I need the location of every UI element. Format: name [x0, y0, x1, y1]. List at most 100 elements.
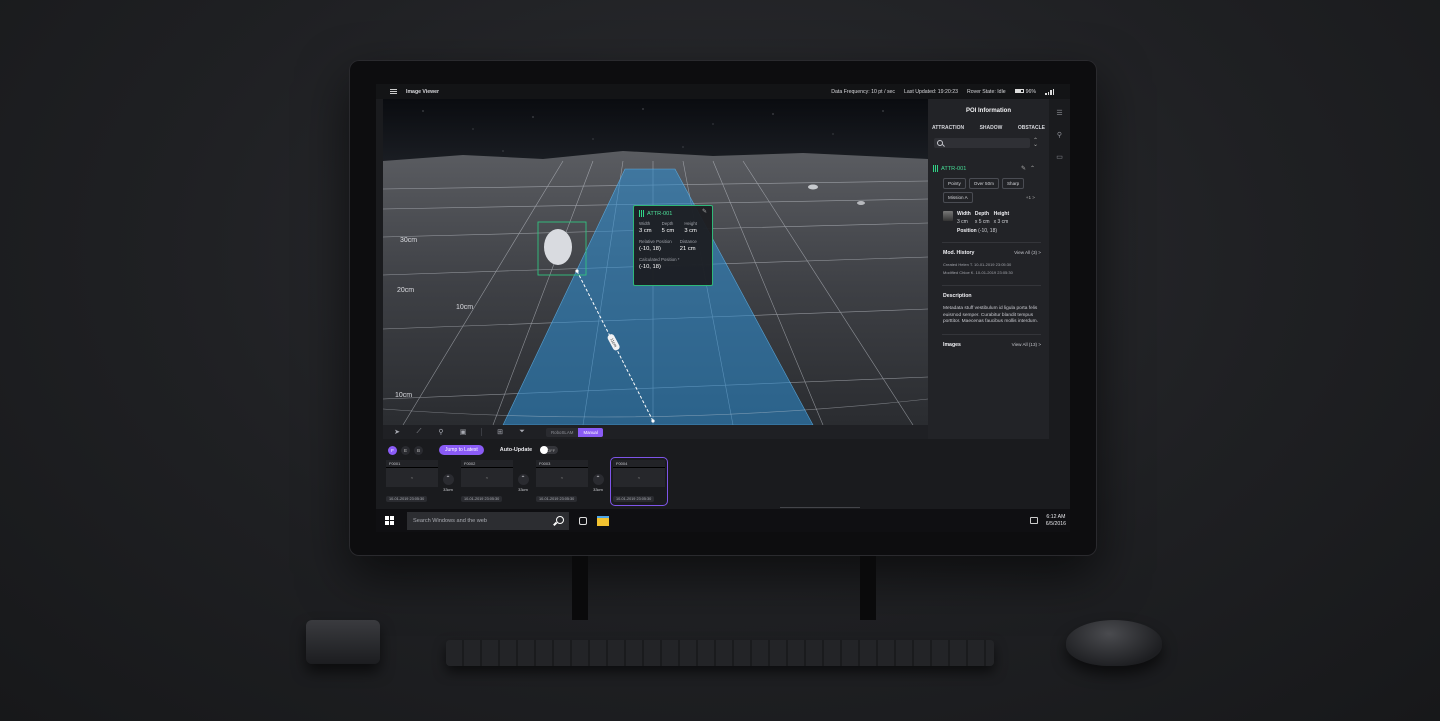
frame-thumbnail: ≈	[461, 467, 513, 487]
battery-status: 96%	[1014, 88, 1036, 95]
history-list: Created Helen T. 10-01-2019 23:05:30 Mod…	[943, 261, 1041, 277]
history-header: Mod. History View All (3) >	[943, 250, 1041, 256]
frame-date: 10-01-2019 23:05:30	[386, 496, 428, 502]
distance-label: Distance	[679, 239, 697, 244]
edit-collapse-icons[interactable]: ✎⌃	[1021, 165, 1039, 172]
rover-state: Rover State: Idle	[966, 88, 1006, 95]
pin-tool-icon[interactable]: ⚲	[437, 428, 445, 436]
app-title: Image Viewer	[406, 88, 440, 95]
relative-position-label: Relative Position	[639, 239, 672, 244]
more-tags-link[interactable]: +1 >	[1026, 195, 1035, 200]
frame-thumbnail: ≈	[386, 467, 438, 487]
section-divider	[942, 285, 1041, 286]
poi-search-input[interactable]: ⌃ ⌄	[934, 138, 1038, 148]
data-frequency: Data Frequency: 10 pt / sec	[831, 88, 896, 95]
filter-chip-b[interactable]: B	[414, 445, 423, 455]
position-label: Position	[957, 228, 977, 234]
viewer-toolbar: ➤ ⟋ ⚲ ▣ ⊞ ⏷ RoboSLAM Manual	[383, 425, 928, 439]
filter-settings-icon[interactable]: ☰	[1056, 109, 1062, 117]
tag-over-50m[interactable]: Over 50m	[968, 178, 999, 189]
poi-dimensions: Width 3 cm Depth x 5 cm Height x 3 cm	[943, 211, 1049, 225]
windows-taskbar: Search Windows and the web 6:12 AM 6/5/2…	[376, 509, 1070, 532]
section-divider	[942, 242, 1041, 243]
poi-position: Position (-10, 18)	[957, 228, 1049, 234]
side-rail: ☰ ⚲ ▭	[1049, 99, 1070, 439]
select-cursor-icon[interactable]: ➤	[393, 428, 401, 436]
folder-icon[interactable]: ▭	[1056, 153, 1063, 161]
description-header: Description	[943, 293, 1041, 299]
poi-marker-icon	[933, 165, 938, 172]
measure-icon[interactable]: ⟋	[415, 428, 423, 436]
grid-icon[interactable]: ⊞	[496, 428, 504, 436]
frame-date: 10-01-2019 23:05:30	[536, 496, 578, 502]
search-icon[interactable]	[556, 515, 564, 524]
tab-obstacle[interactable]: OBSTACLE	[1018, 125, 1045, 131]
notifications-icon[interactable]	[1029, 517, 1038, 524]
timeline-frame[interactable]: F0002 ≈ 10-01-2019 23:05:30	[461, 460, 513, 503]
history-view-all-link[interactable]: View All (3) >	[1014, 250, 1041, 256]
taskbar-search-input[interactable]: Search Windows and the web	[407, 511, 569, 530]
surface-dial	[306, 620, 380, 664]
dim-depth-header: Depth	[974, 211, 990, 217]
mode-roboslam[interactable]: RoboSLAM	[546, 427, 579, 437]
tab-shadow[interactable]: SHADOW	[980, 125, 1003, 131]
relative-position-value: (-10, 18)	[639, 246, 661, 252]
jump-to-latest-button[interactable]: Jump to Latest	[439, 445, 484, 455]
images-header: Images View All (13) >	[943, 342, 1041, 348]
poi-card-title: ATTR-001	[639, 210, 707, 217]
chevron-up-icon: ⌃	[592, 474, 604, 485]
dim-height-header: Height	[993, 211, 1010, 217]
timeline-scrollbar[interactable]	[780, 507, 860, 508]
position-value: (-10, 18)	[978, 228, 998, 234]
image-timeline: F E B Jump to Latest Auto-Update OFF F00…	[376, 439, 1070, 509]
gap-marker[interactable]: ⌃ 33cm	[441, 474, 455, 492]
depth-header: Depth	[661, 221, 674, 226]
timeline-frame-selected[interactable]: F0004 ≈ 10-01-2019 23:05:30	[610, 457, 668, 506]
tag-mission-a[interactable]: Mission A	[943, 192, 973, 203]
battery-icon	[1014, 88, 1024, 93]
sort-icon[interactable]: ⌃ ⌄	[1033, 138, 1038, 148]
panel-title: POI Information	[966, 108, 1011, 114]
terrain-viewer[interactable]: 30cm 20cm 10cm 10cm 11cm ATTR-001 ✎ Widt…	[383, 99, 928, 425]
tag-sharp[interactable]: Sharp	[1001, 178, 1025, 189]
width-header: Width	[639, 221, 651, 226]
tab-attraction[interactable]: ATTRACTION	[932, 125, 964, 131]
pin-icon[interactable]: ⚲	[1057, 131, 1062, 139]
mode-manual[interactable]: Manual	[578, 427, 603, 437]
mode-switch[interactable]: RoboSLAM Manual	[546, 427, 603, 437]
scale-label-30cm: 30cm	[400, 237, 418, 244]
height-header: Height	[684, 221, 698, 226]
rock-poi[interactable]	[544, 229, 572, 265]
poi-item-header[interactable]: ATTR-001 ✎⌃	[933, 165, 1043, 172]
filter-icon[interactable]: ⏷	[518, 428, 526, 436]
calculated-position-value: (-10, 18)	[639, 264, 661, 270]
taskbar-clock[interactable]: 6:12 AM 6/5/2016	[1046, 514, 1066, 528]
poi-detail-card[interactable]: ATTR-001 ✎ Width Depth Height 3 cm 5 cm …	[633, 205, 713, 286]
hamburger-menu-icon[interactable]	[390, 89, 397, 94]
windows-start-icon[interactable]	[385, 516, 394, 525]
images-title: Images	[943, 341, 961, 348]
gap-marker[interactable]: ⌃ 33cm	[591, 474, 605, 492]
frame-name: F0002	[461, 460, 513, 467]
camera-icon[interactable]: ▣	[459, 428, 467, 436]
timeline-frame[interactable]: F0001 ≈ 10-01-2019 23:05:30	[386, 460, 438, 503]
mouse	[1066, 620, 1162, 666]
scale-label-10cm: 10cm	[395, 392, 413, 399]
gap-distance: 33cm	[443, 487, 453, 492]
filter-chip-f[interactable]: F	[388, 445, 397, 455]
history-row: Modified Chloe K. 10-01-2019 23:05:30	[943, 270, 1013, 275]
edit-icon[interactable]: ✎	[702, 209, 707, 215]
filter-chip-e[interactable]: E	[401, 445, 410, 455]
tag-pointy[interactable]: Pointy	[943, 178, 966, 189]
scale-label-20cm: 20cm	[397, 287, 415, 294]
poi-thumbnail[interactable]	[943, 211, 953, 221]
auto-update-toggle[interactable]: OFF	[540, 446, 559, 454]
task-view-icon[interactable]	[579, 516, 587, 525]
file-explorer-icon[interactable]	[597, 515, 609, 526]
timeline-frame[interactable]: F0003 ≈ 10-01-2019 23:05:30	[536, 460, 588, 503]
gap-marker[interactable]: ⌃ 33cm	[516, 474, 530, 492]
screen: Image Viewer Data Frequency: 10 pt / sec…	[376, 84, 1070, 532]
clock-time: 6:12 AM	[1046, 513, 1066, 520]
images-view-all-link[interactable]: View All (13) >	[1012, 342, 1041, 348]
description-title: Description	[943, 293, 972, 299]
